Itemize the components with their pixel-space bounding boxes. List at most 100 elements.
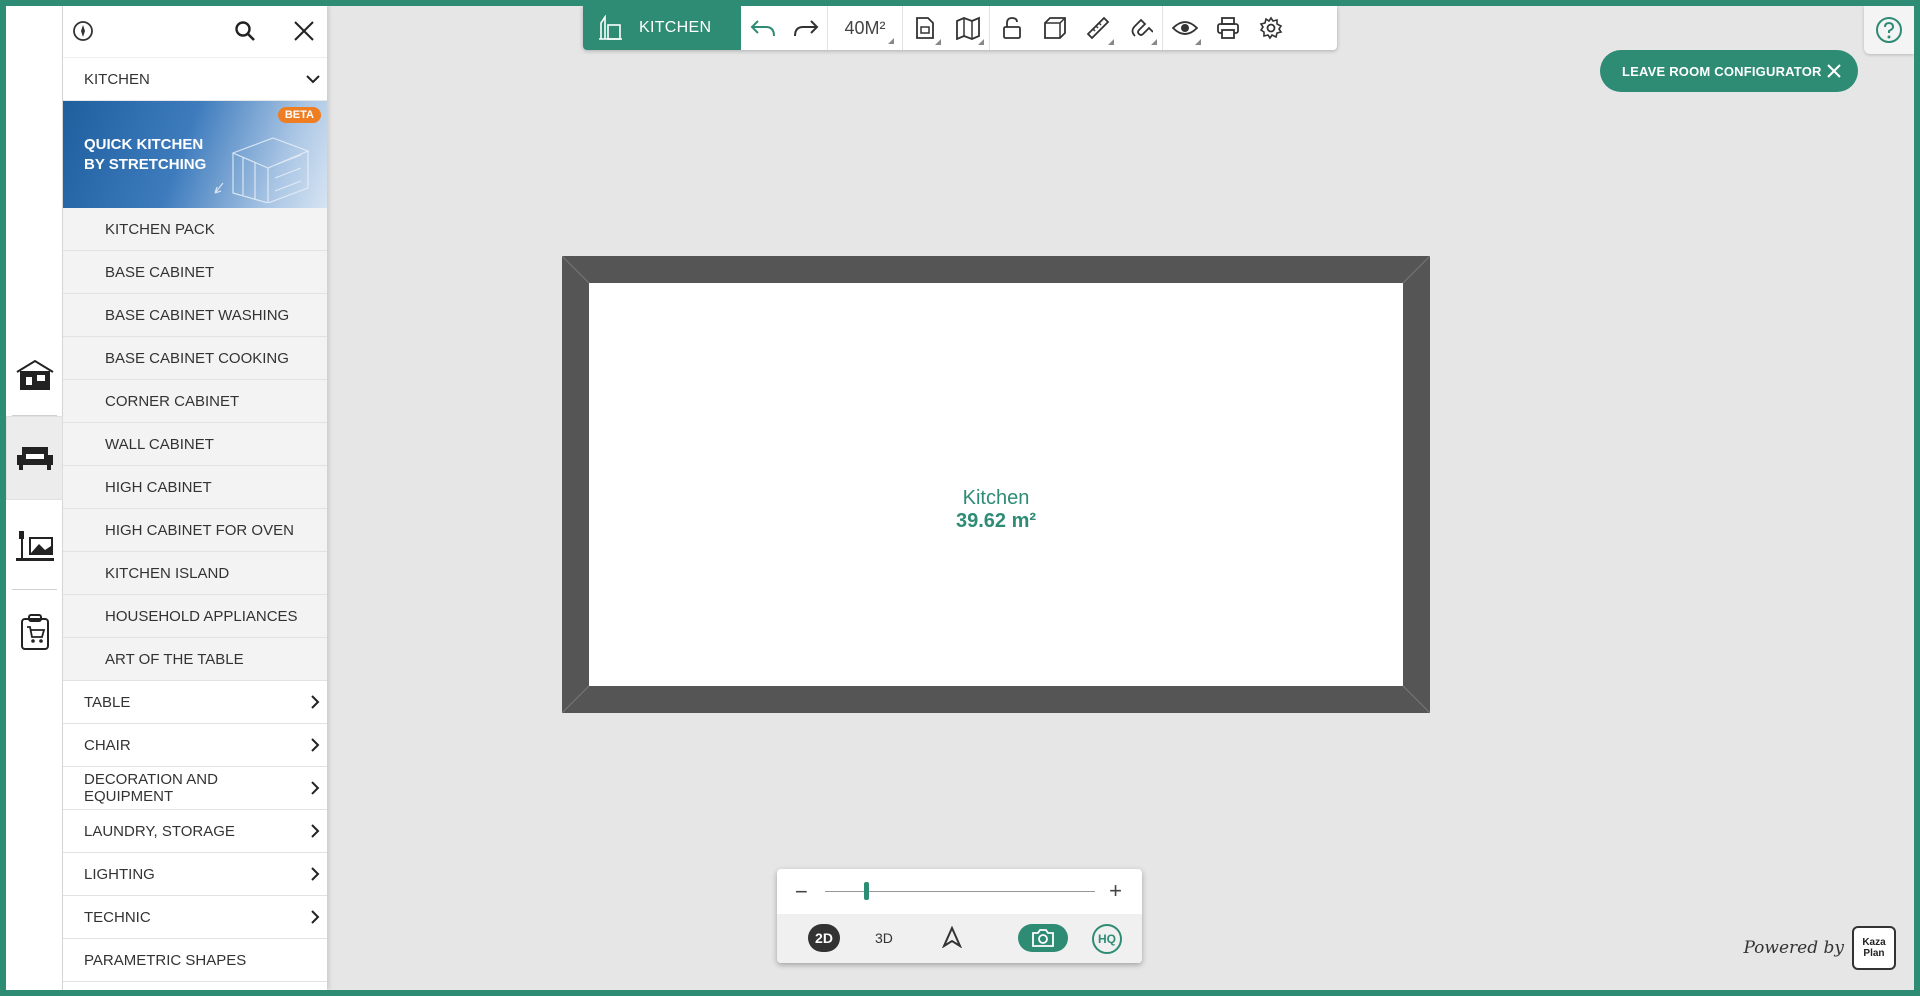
zoom-in-button[interactable]: + <box>1109 878 1122 904</box>
plan-document-button[interactable] <box>903 6 946 50</box>
subcategory-item-label: HIGH CABINET FOR OVEN <box>105 521 294 539</box>
room-area: 39.62 m² <box>955 510 1037 532</box>
chevron-right-icon <box>311 824 320 838</box>
undo-icon <box>750 20 775 37</box>
category-item[interactable]: CHAIR <box>63 724 327 767</box>
subcategory-item[interactable]: CORNER CABINET <box>63 380 327 423</box>
panel-header <box>63 6 327 58</box>
quick-kitchen-banner[interactable]: QUICK KITCHEN BY STRETCHING BETA <box>63 101 327 208</box>
room-label: Kitchen 39.62 m² <box>589 487 1403 533</box>
left-rail <box>6 6 70 990</box>
lock-button[interactable] <box>990 6 1033 50</box>
subcategory-item[interactable]: WALL CABINET <box>63 423 327 466</box>
kitchen-subcategory-list: KITCHEN PACK BASE CABINET BASE CABINET WAS… <box>63 208 327 681</box>
room-selector-button[interactable]: KITCHEN <box>583 6 741 50</box>
view-mode-row: 2D 3D HQ <box>777 914 1142 963</box>
measure-button[interactable] <box>1076 6 1119 50</box>
rail-decor-button[interactable] <box>6 503 63 587</box>
visibility-button[interactable] <box>1163 6 1206 50</box>
category-item-label: LAUNDRY, STORAGE <box>84 822 235 840</box>
view-controls: − + 2D 3D HQ <box>777 869 1142 963</box>
document-icon <box>915 17 934 39</box>
subcategory-item-label: WALL CABINET <box>105 435 214 453</box>
area-button[interactable]: 40M² <box>828 6 902 50</box>
cart-icon <box>20 614 49 650</box>
cube-icon <box>1043 17 1066 39</box>
subcategory-item-label: BASE CABINET <box>105 263 215 281</box>
category-item-label: PARAMETRIC SHAPES <box>84 951 247 969</box>
zoom-row: − + <box>777 869 1142 914</box>
view-2d-button[interactable]: 2D <box>808 924 840 952</box>
hq-render-button[interactable]: HQ <box>1092 924 1122 954</box>
kazaplan-logo-line2: Plan <box>1863 948 1885 959</box>
chevron-right-icon <box>311 910 320 924</box>
help-icon <box>1876 17 1902 43</box>
kazaplan-logo-line1: Kaza <box>1862 937 1886 948</box>
close-icon[interactable] <box>293 20 315 42</box>
eye-icon <box>1171 21 1198 35</box>
chevron-down-icon <box>306 75 320 84</box>
catalog-panel: KITCHEN QUICK KITCHEN BY STRETCHING BETA… <box>63 6 327 990</box>
subcategory-item[interactable]: BASE CABINET <box>63 251 327 294</box>
subcategory-item-label: ART OF THE TABLE <box>105 650 244 668</box>
top-toolbar: KITCHEN 40M² <box>583 6 1337 50</box>
category-item[interactable]: TABLE <box>63 681 327 724</box>
undo-button[interactable] <box>741 6 784 50</box>
chevron-right-icon <box>311 695 320 709</box>
redo-button[interactable] <box>784 6 827 50</box>
magnet-button[interactable] <box>1119 6 1162 50</box>
category-dropdown[interactable]: KITCHEN <box>63 58 327 101</box>
walls-button[interactable] <box>1033 6 1076 50</box>
category-item[interactable]: DECORATION AND EQUIPMENT <box>63 767 327 810</box>
subcategory-item-label: CORNER CABINET <box>105 392 240 410</box>
zoom-slider-handle[interactable] <box>863 882 869 900</box>
subcategory-item[interactable]: HIGH CABINET <box>63 466 327 509</box>
subcategory-item[interactable]: KITCHEN PACK <box>63 208 327 251</box>
category-label: KITCHEN <box>84 70 150 88</box>
room-floor[interactable]: Kitchen 39.62 m² <box>589 283 1403 686</box>
screenshot-button[interactable] <box>1018 924 1068 952</box>
rail-furniture-button[interactable] <box>6 416 70 500</box>
category-item[interactable]: LAUNDRY, STORAGE <box>63 810 327 853</box>
map-button[interactable] <box>946 6 989 50</box>
house-icon <box>15 359 54 390</box>
lamp-picture-icon <box>15 531 54 561</box>
print-button[interactable] <box>1206 6 1249 50</box>
category-item-parametric-shapes[interactable]: PARAMETRIC SHAPES <box>63 939 327 982</box>
help-button[interactable] <box>1864 6 1914 54</box>
room-tools-icon <box>599 15 622 40</box>
beta-badge: BETA <box>277 107 321 123</box>
category-item[interactable]: LIGHTING <box>63 853 327 896</box>
settings-button[interactable] <box>1249 6 1292 50</box>
leave-room-configurator-button[interactable]: LEAVE ROOM CONFIGURATOR <box>1600 50 1858 92</box>
subcategory-item[interactable]: HOUSEHOLD APPLIANCES <box>63 595 327 638</box>
rail-cart-button[interactable] <box>6 590 63 674</box>
subcategory-item-label: KITCHEN PACK <box>105 220 215 238</box>
zoom-out-button[interactable]: − <box>795 879 808 905</box>
subcategory-item[interactable]: HIGH CABINET FOR OVEN <box>63 509 327 552</box>
rail-building-button[interactable] <box>6 333 63 417</box>
room-walls[interactable]: Kitchen 39.62 m² <box>562 256 1430 713</box>
compass-icon[interactable] <box>72 20 94 42</box>
navigation-icon[interactable] <box>941 926 963 948</box>
zoom-slider[interactable] <box>825 882 1095 900</box>
subcategory-item[interactable]: KITCHEN ISLAND <box>63 552 327 595</box>
kazaplan-logo[interactable]: Kaza Plan <box>1852 926 1896 970</box>
view-3d-button[interactable]: 3D <box>875 930 893 946</box>
subcategory-item[interactable]: ART OF THE TABLE <box>63 638 327 681</box>
subcategory-item[interactable]: BASE CABINET WASHING <box>63 294 327 337</box>
subcategory-item[interactable]: BASE CABINET COOKING <box>63 337 327 380</box>
subcategory-item-label: HOUSEHOLD APPLIANCES <box>105 607 298 625</box>
area-label: 40M² <box>844 17 886 38</box>
banner-title: QUICK KITCHEN BY STRETCHING <box>84 136 207 173</box>
category-list: TABLE CHAIR DECORATION AND EQUIPMENT LAUNDR… <box>63 681 327 939</box>
subcategory-item-label: BASE CABINET WASHING <box>105 306 290 324</box>
category-item-label: DECORATION AND EQUIPMENT <box>84 771 218 805</box>
subcategory-item-label: HIGH CABINET <box>105 478 212 496</box>
sofa-icon <box>16 447 53 470</box>
gear-icon <box>1259 16 1282 40</box>
search-icon[interactable] <box>234 20 256 42</box>
category-item[interactable]: TECHNIC <box>63 896 327 939</box>
powered-by-text: Powered by <box>1743 938 1844 958</box>
unlock-icon <box>1002 17 1021 39</box>
